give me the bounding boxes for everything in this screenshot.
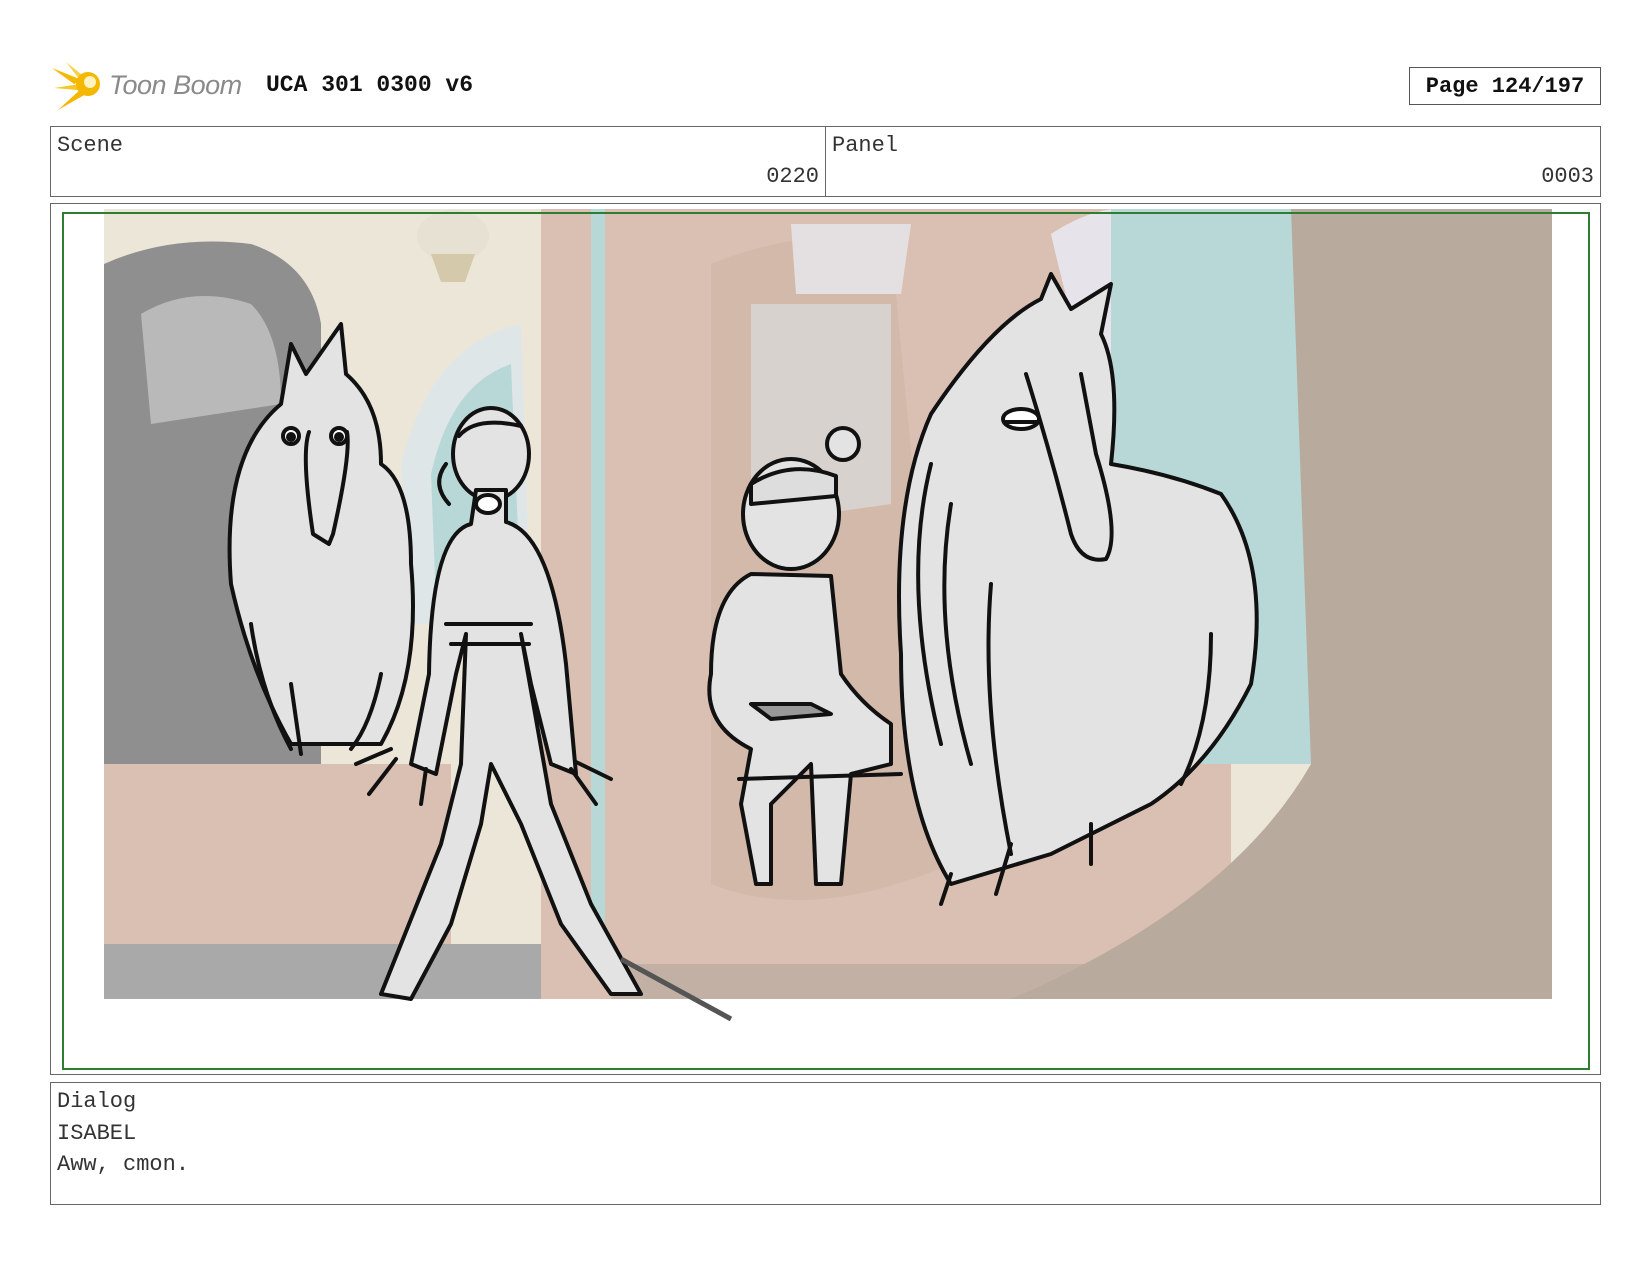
panel-number: 0003: [1541, 164, 1594, 189]
document-title: UCA 301 0300 v6: [266, 72, 474, 98]
dialog-label: Dialog: [57, 1089, 137, 1114]
page-number: Page 124/197: [1409, 67, 1601, 105]
toon-boom-logo: Toon Boom: [52, 58, 252, 114]
panel-cell: Panel 0003: [825, 127, 1600, 196]
scene-cell: Scene 0220: [51, 127, 825, 196]
storyboard-panel: [50, 203, 1601, 1075]
panel-artwork: [104, 209, 1552, 1022]
scene-panel-header: Scene 0220 Panel 0003: [50, 126, 1601, 197]
scene-number: 0220: [766, 164, 819, 189]
scene-label: Scene: [57, 133, 124, 158]
sunburst-icon: [52, 62, 100, 110]
panel-label: Panel: [832, 133, 899, 158]
dialog-box: Dialog ISABEL Aww, cmon.: [50, 1082, 1601, 1205]
logo-wordmark: Toon Boom: [109, 70, 242, 100]
dialog-character: ISABEL: [57, 1121, 137, 1146]
dialog-line: Aww, cmon.: [57, 1152, 190, 1177]
